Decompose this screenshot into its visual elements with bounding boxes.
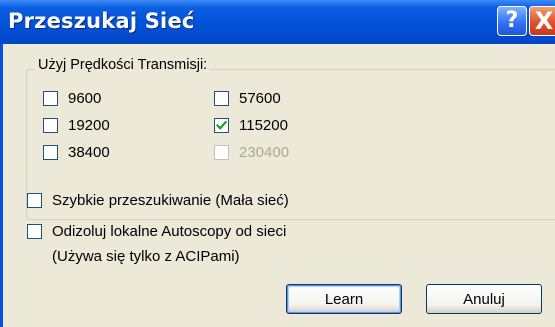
- checkbox-115200[interactable]: [214, 117, 229, 133]
- isolate-label: Odizoluj lokalne Autoscopy od sieci: [52, 222, 287, 240]
- speed-label-38400: 38400: [68, 143, 110, 161]
- speed-label-230400: 230400: [239, 143, 290, 161]
- speed-option-115200[interactable]: 115200: [214, 115, 288, 135]
- title-bar[interactable]: Przeszukaj Sieć ? X: [0, 0, 555, 44]
- speed-label-57600: 57600: [239, 89, 281, 107]
- speed-option-57600[interactable]: 57600: [214, 88, 281, 108]
- fast-scan-checkbox[interactable]: [27, 192, 42, 208]
- checkbox-38400[interactable]: [43, 144, 58, 160]
- cancel-button-label: Anuluj: [463, 290, 505, 308]
- speed-label-9600: 9600: [68, 89, 102, 107]
- fast-scan-label: Szybkie przeszukiwanie (Mała sieć): [52, 191, 289, 209]
- checkmark-icon: [216, 120, 227, 130]
- isolate-option[interactable]: Odizoluj lokalne Autoscopy od sieci: [27, 221, 286, 241]
- speed-option-9600[interactable]: 9600: [43, 88, 101, 108]
- learn-button[interactable]: Learn: [286, 284, 402, 314]
- dialog-client-area: Użyj Prędkości Transmisji: 9600 19200 38…: [3, 44, 555, 327]
- fast-scan-option[interactable]: Szybkie przeszukiwanie (Mała sieć): [27, 190, 289, 210]
- close-button[interactable]: X: [529, 6, 555, 36]
- speed-option-19200[interactable]: 19200: [43, 115, 110, 135]
- dialog-window: Przeszukaj Sieć ? X Użyj Prędkości Trans…: [0, 0, 555, 327]
- checkbox-19200[interactable]: [43, 117, 58, 133]
- help-button[interactable]: ?: [497, 6, 527, 36]
- speed-label-19200: 19200: [68, 116, 110, 134]
- window-title: Przeszukaj Sieć: [8, 9, 195, 33]
- checkbox-57600[interactable]: [214, 90, 229, 106]
- checkbox-230400: [214, 144, 229, 160]
- close-icon: X: [534, 7, 554, 35]
- learn-button-label: Learn: [324, 290, 364, 308]
- speed-label-115200: 115200: [239, 116, 288, 134]
- isolate-checkbox[interactable]: [27, 223, 42, 239]
- speed-option-230400: 230400: [214, 142, 289, 162]
- isolate-note: (Używa się tylko z ACIPami): [52, 248, 240, 265]
- help-icon: ?: [505, 8, 519, 33]
- speed-group-label: Użyj Prędkości Transmisji:: [35, 57, 211, 73]
- checkbox-9600[interactable]: [43, 90, 58, 106]
- speed-option-38400[interactable]: 38400: [43, 142, 110, 162]
- cancel-button[interactable]: Anuluj: [426, 284, 542, 314]
